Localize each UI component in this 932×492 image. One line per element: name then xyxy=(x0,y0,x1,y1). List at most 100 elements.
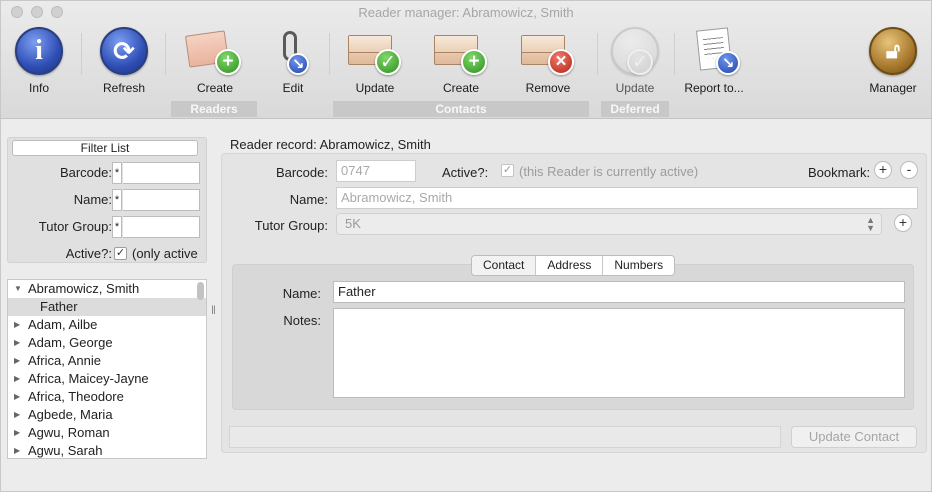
record-name-label: Name: xyxy=(289,192,328,207)
update-deferred-button[interactable]: ✓ Update xyxy=(609,25,661,95)
contact-name-field[interactable]: Father xyxy=(333,281,905,303)
create-contact-label: Create xyxy=(442,81,480,95)
toolbar-separator xyxy=(165,33,166,75)
filter-barcode-label: Barcode: xyxy=(59,165,112,180)
refresh-label: Refresh xyxy=(102,81,146,95)
toolbar-separator xyxy=(329,33,330,75)
group-deferred: Deferred xyxy=(601,101,669,117)
list-item[interactable]: ▶ Agwu, Sarah xyxy=(8,442,206,458)
toolbar-separator xyxy=(81,33,82,75)
disclosure-closed-icon[interactable]: ▶ xyxy=(14,442,20,458)
splitter-handle[interactable]: ‖ xyxy=(211,303,216,317)
filter-tutor-input[interactable] xyxy=(123,216,200,238)
list-item[interactable]: ▶ Adam, Ailbe xyxy=(8,316,206,334)
record-barcode-field[interactable]: 0747 xyxy=(336,160,416,182)
filter-panel: Filter List Barcode: * Name: * Tutor Gro… xyxy=(7,137,207,263)
list-item[interactable]: ▶ Adam, George xyxy=(8,334,206,352)
record-active-checkbox[interactable]: ✓ xyxy=(501,164,514,177)
contact-notes-field[interactable] xyxy=(333,308,905,398)
disclosure-closed-icon[interactable]: ▶ xyxy=(14,388,20,406)
refresh-button[interactable]: ⟳ Refresh xyxy=(97,25,151,95)
filter-tutor-wildcard: * xyxy=(112,216,122,238)
disclosure-open-icon[interactable]: ▼ xyxy=(14,280,22,298)
plus-icon: + xyxy=(215,49,241,75)
filter-barcode-row: Barcode: * xyxy=(8,162,204,184)
list-item[interactable]: ▶ Agwu, Roman xyxy=(8,424,206,442)
disclosure-closed-icon[interactable]: ▶ xyxy=(14,316,20,334)
edit-label: Edit xyxy=(282,81,304,95)
record-active-text: (this Reader is currently active) xyxy=(519,164,699,179)
list-item[interactable]: ▶ Africa, Theodore xyxy=(8,388,206,406)
window-title: Reader manager: Abramowicz, Smith xyxy=(358,5,574,20)
arrow-icon: ↘ xyxy=(716,51,740,75)
record-title: Reader record: Abramowicz, Smith xyxy=(230,137,431,152)
contact-notes-label: Notes: xyxy=(283,313,321,328)
record-barcode-label: Barcode: xyxy=(275,165,328,180)
disclosure-closed-icon[interactable]: ▶ xyxy=(14,334,20,352)
manager-button[interactable]: 🔓︎ Manager xyxy=(867,25,919,95)
record-tutor-label: Tutor Group: xyxy=(254,218,328,233)
toolbar: Reader manager: Abramowicz, Smith i Info… xyxy=(1,1,931,119)
info-label: Info xyxy=(28,81,49,95)
tutor-group-add-button[interactable]: + xyxy=(894,214,912,232)
remove-contact-button[interactable]: × Remove xyxy=(518,25,578,95)
group-readers: Readers xyxy=(171,101,257,117)
toolbar-separator xyxy=(674,33,675,75)
filter-tutor-row: Tutor Group: * xyxy=(8,216,204,238)
list-scrollbar[interactable] xyxy=(197,282,204,300)
tutor-group-select[interactable]: 5K ▲ ▼ xyxy=(336,213,882,235)
update-contact-button[interactable]: ✓ Update xyxy=(345,25,405,95)
update-contact-bottom-button[interactable]: Update Contact xyxy=(791,426,917,448)
info-button[interactable]: i Info xyxy=(13,25,65,95)
update-deferred-label: Update xyxy=(615,81,655,95)
create-reader-button[interactable]: + Create xyxy=(183,25,247,95)
create-reader-label: Create xyxy=(196,81,234,95)
disclosure-closed-icon[interactable]: ▶ xyxy=(14,370,20,388)
filter-tutor-label: Tutor Group: xyxy=(38,219,112,234)
filter-active-label: Active?: xyxy=(65,246,112,261)
contact-tabs: Contact Address Numbers xyxy=(471,255,676,276)
lock-icon: 🔓︎ xyxy=(869,27,917,75)
info-icon: i xyxy=(15,27,63,75)
reader-list: ▼ Abramowicz, Smith Father ▶ Adam, Ailbe ▶… xyxy=(7,279,207,459)
cross-icon: × xyxy=(548,49,574,75)
list-item[interactable]: ▼ Abramowicz, Smith xyxy=(8,280,206,298)
record-name-field[interactable]: Abramowicz, Smith xyxy=(336,187,918,209)
list-item[interactable]: ▶ Agbede, Maria xyxy=(8,406,206,424)
disclosure-closed-icon[interactable]: ▶ xyxy=(14,352,20,370)
filter-list-button[interactable]: Filter List xyxy=(12,140,198,156)
toolbar-separator xyxy=(597,33,598,75)
filter-name-wildcard: * xyxy=(112,189,122,211)
edit-button[interactable]: ↘ Edit xyxy=(267,25,319,95)
select-arrows-icon: ▲ ▼ xyxy=(866,215,875,233)
list-item-selected[interactable]: Father xyxy=(8,298,206,316)
manager-label: Manager xyxy=(869,81,917,95)
filter-name-input[interactable] xyxy=(123,189,200,211)
filter-barcode-input[interactable] xyxy=(123,162,200,184)
filter-active-checkbox[interactable]: ✓ xyxy=(114,247,127,260)
report-button[interactable]: ↘ Report to... xyxy=(681,25,747,95)
plus-icon: + xyxy=(461,49,487,75)
filter-barcode-wildcard: * xyxy=(112,162,122,184)
group-contacts: Contacts xyxy=(333,101,589,117)
refresh-icon: ⟳ xyxy=(100,27,148,75)
checkmark-icon: ✓ xyxy=(627,49,653,75)
arrow-icon: ↘ xyxy=(287,53,309,75)
tab-contact[interactable]: Contact xyxy=(472,256,537,275)
disclosure-closed-icon[interactable]: ▶ xyxy=(14,424,20,442)
reader-manager-window: Reader manager: Abramowicz, Smith i Info… xyxy=(0,0,932,492)
record-panel: Barcode: 0747 Active?: ✓ (this Reader is… xyxy=(221,153,927,453)
filter-active-text: (only active xyxy=(132,246,198,261)
update-contact-label: Update xyxy=(355,81,395,95)
tab-address[interactable]: Address xyxy=(536,256,604,275)
checkmark-icon: ✓ xyxy=(375,49,401,75)
bookmark-remove-button[interactable]: - xyxy=(900,161,918,179)
status-bar xyxy=(229,426,781,448)
list-item[interactable]: ▶ Africa, Annie xyxy=(8,352,206,370)
contact-name-label: Name: xyxy=(282,286,321,301)
create-contact-button[interactable]: + Create xyxy=(431,25,491,95)
disclosure-closed-icon[interactable]: ▶ xyxy=(14,406,20,424)
tab-numbers[interactable]: Numbers xyxy=(603,256,674,275)
list-item[interactable]: ▶ Africa, Maicey-Jayne xyxy=(8,370,206,388)
bookmark-add-button[interactable]: + xyxy=(874,161,892,179)
